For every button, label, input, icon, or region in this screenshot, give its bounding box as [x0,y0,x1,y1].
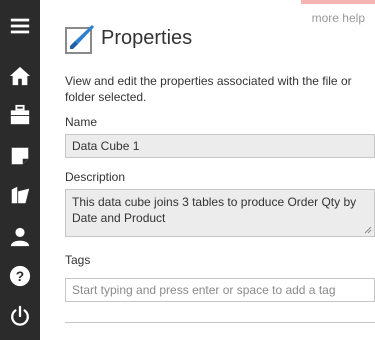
accent-bar [301,0,375,4]
description-label: Description [65,170,126,184]
user-icon[interactable] [8,225,32,249]
resize-grip-icon[interactable] [364,226,372,234]
briefcase-icon[interactable] [8,103,32,127]
power-icon[interactable] [8,304,32,328]
help-icon[interactable]: ? [8,264,32,288]
description-field[interactable]: This data cube joins 3 tables to produce… [65,189,375,237]
intro-text: View and edit the properties associated … [65,74,352,104]
tags-placeholder: Start typing and press enter or space to… [72,283,336,297]
page-title: Properties [101,27,193,49]
name-label: Name [65,115,98,129]
name-value: Data Cube 1 [72,139,140,153]
tags-input[interactable]: Start typing and press enter or space to… [65,278,375,302]
home-icon[interactable] [8,64,32,88]
tags-label: Tags [65,253,91,267]
brush-icon [65,24,95,54]
description-value: This data cube joins 3 tables to produce… [72,195,357,225]
note-icon[interactable] [8,144,32,168]
hamburger-menu-icon[interactable] [8,14,32,38]
sidebar: ? [0,0,40,340]
name-field[interactable]: Data Cube 1 [65,134,375,158]
more-help-link[interactable]: more help [312,11,365,25]
folder-open-icon[interactable] [8,183,32,207]
svg-text:?: ? [16,269,24,284]
divider [65,322,375,323]
